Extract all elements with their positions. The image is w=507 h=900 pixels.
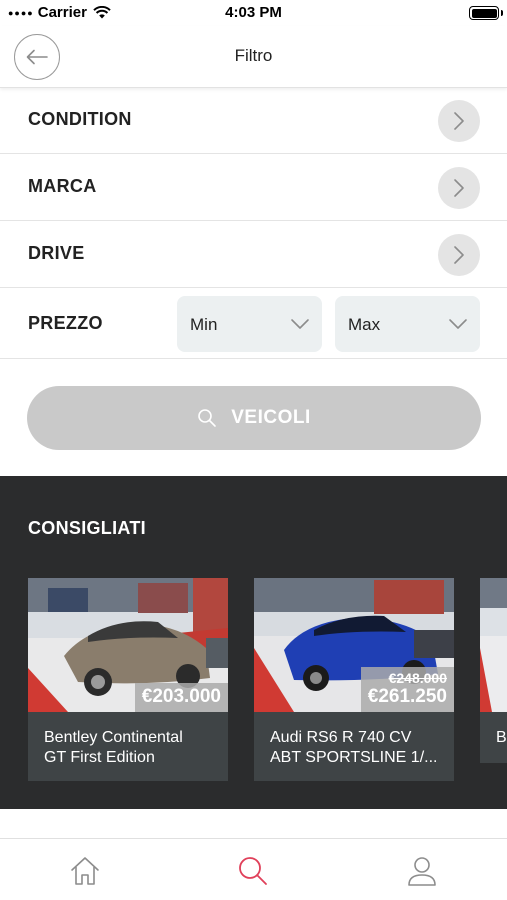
nav-bar: Filtro [0,26,507,88]
battery-icon [469,6,499,20]
tab-profile[interactable] [404,853,440,889]
recommended-section: CONSIGLIATI €203.000 Bentley Continental… [0,476,507,809]
filter-row-drive[interactable]: DRIVE [0,221,507,288]
chevron-right-icon [454,246,464,264]
status-time: 4:03 PM [225,4,282,21]
search-icon [198,409,217,427]
car-name-line1: Audi RS6 R 740 CV [270,729,412,746]
search-icon [239,857,267,885]
price-min-value: Min [190,315,218,334]
chevron-down-icon [449,319,467,329]
car-name-line1: B [496,729,507,746]
tab-search[interactable] [235,853,271,889]
car-name: B [496,728,507,748]
car-price: €203.000 [141,686,221,707]
chevron-right-button[interactable] [438,234,480,276]
car-name: Audi RS6 R 740 CV ABT SPORTSLINE 1/... [270,728,446,768]
car-name-line1: Bentley Continental [44,729,183,746]
home-icon [71,857,99,885]
car-old-price: €248.000 [388,670,447,686]
car-price: €261.250 [367,686,447,707]
filter-label: MARCA [28,176,97,196]
chevron-right-icon [454,112,464,130]
chevron-right-icon [454,179,464,197]
tab-bar [0,838,507,900]
car-card[interactable]: B [480,578,507,763]
filter-label: DRIVE [28,243,85,263]
filter-label: CONDITION [28,109,132,129]
search-vehicles-button[interactable]: VEICOLI [27,386,481,450]
section-title: CONSIGLIATI [28,518,146,538]
price-min-select[interactable]: Min [177,296,322,352]
page-title: Filtro [234,46,273,65]
car-photo: €203.000 [28,578,228,712]
car-photo: €248.000 €261.250 [254,578,454,712]
filter-row-condition[interactable]: CONDITION [0,87,507,154]
chevron-down-icon [291,319,309,329]
filter-label: PREZZO [28,313,103,333]
search-button-label: VEICOLI [231,407,311,428]
car-name: Bentley Continental GT First Edition [44,728,220,768]
status-bar: ●●●● Carrier 4:03 PM [0,0,507,26]
price-badge: €248.000 €261.250 [360,667,454,712]
chevron-right-button[interactable] [438,167,480,209]
price-badge: €203.000 [134,683,228,712]
car-card[interactable]: €248.000 €261.250 Audi RS6 R 740 CV ABT … [254,578,454,781]
car-photo [480,578,507,712]
user-icon [408,857,436,886]
price-max-value: Max [348,315,381,334]
filter-row-prezzo: PREZZO Min Max [0,288,507,359]
car-card[interactable]: €203.000 Bentley Continental GT First Ed… [28,578,228,781]
car-name-line2: GT First Edition [44,749,155,766]
chevron-right-button[interactable] [438,100,480,142]
price-max-select[interactable]: Max [335,296,480,352]
tab-home[interactable] [67,853,103,889]
car-name-line2: ABT SPORTSLINE 1/... [270,749,438,766]
filter-row-marca[interactable]: MARCA [0,154,507,221]
